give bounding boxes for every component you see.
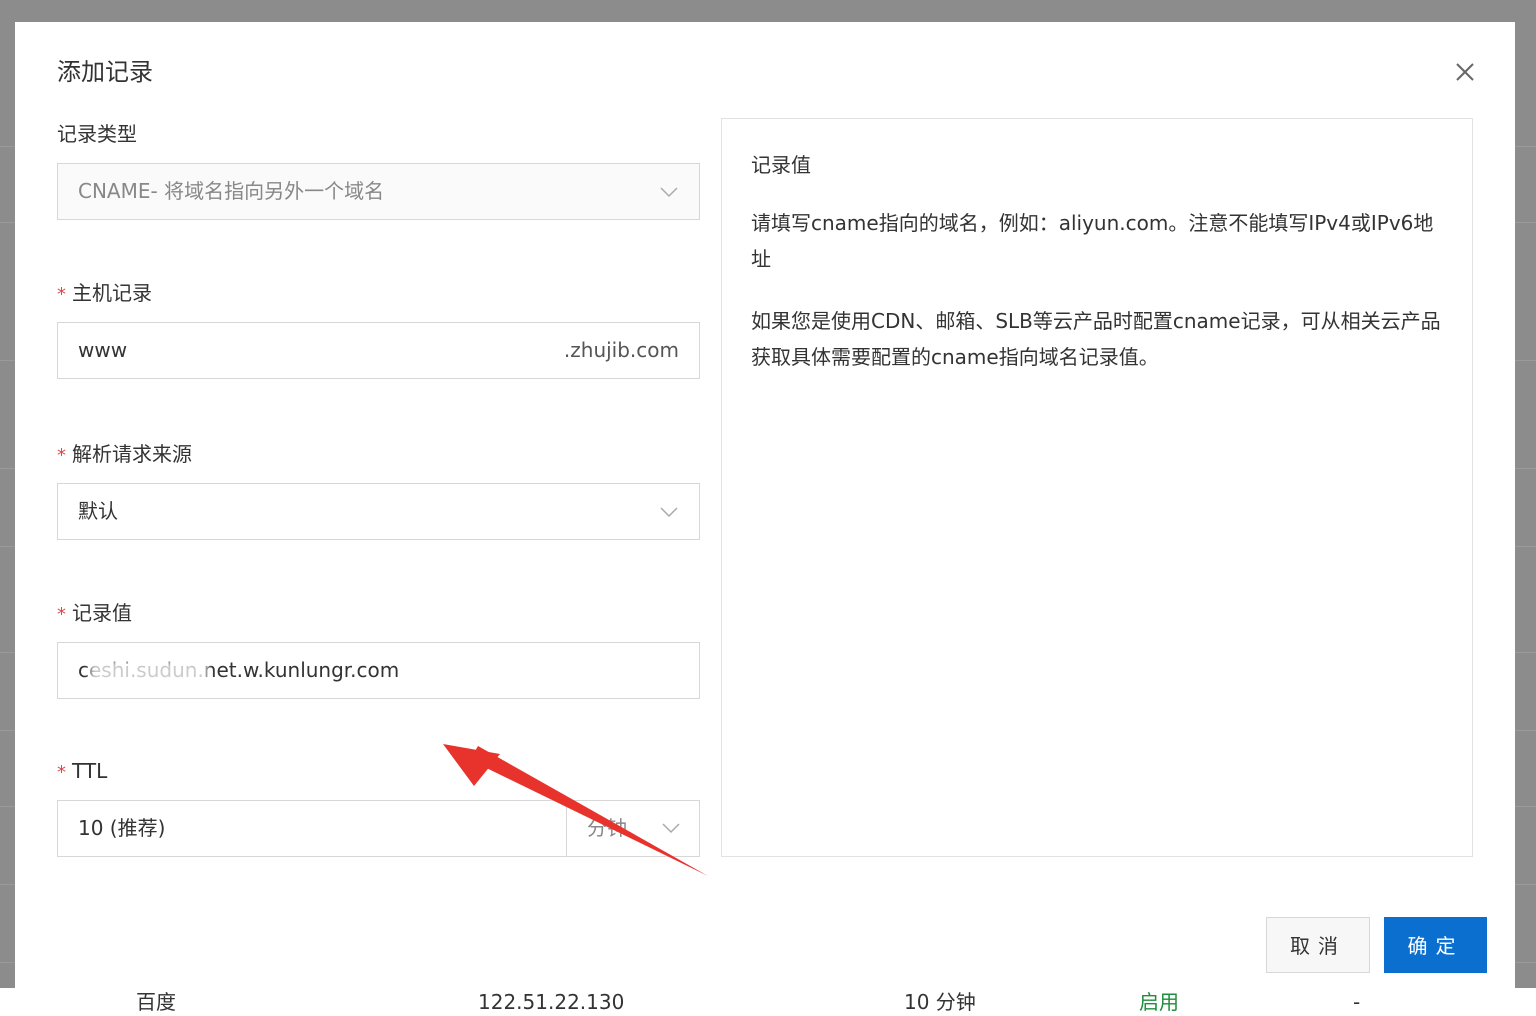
help-paragraph-1: 请填写cname指向的域名，例如：aliyun.com。注意不能填写IPv4或I… <box>751 211 1434 271</box>
source-select[interactable]: 默认 <box>57 483 700 540</box>
close-icon[interactable] <box>1451 58 1479 86</box>
ttl-value: 10 (推荐) <box>78 816 166 840</box>
chevron-down-icon <box>660 507 678 518</box>
bg-cell-ttl: 10 分钟 <box>904 990 976 1014</box>
host-record-label: * 主机记录 <box>57 281 152 305</box>
background-table-row: 百度 122.51.22.130 10 分钟 启用 - <box>0 988 1536 1016</box>
help-panel: 记录值 请填写cname指向的域名，例如：aliyun.com。注意不能填写IP… <box>721 118 1473 857</box>
cancel-button[interactable]: 取消 <box>1266 917 1370 973</box>
bg-cell-ip: 122.51.22.130 <box>478 990 625 1014</box>
record-value-input[interactable]: ceshi.sudun.net.w.kunlungr.com <box>57 642 700 699</box>
host-record-input[interactable]: www .zhujib.com <box>57 322 700 379</box>
redaction-blur <box>90 661 208 683</box>
chevron-down-icon <box>662 823 680 834</box>
record-value-label: * 记录值 <box>57 601 132 625</box>
source-value: 默认 <box>78 499 118 523</box>
record-type-label: 记录类型 <box>57 122 137 146</box>
required-mark: * <box>57 445 66 466</box>
ttl-unit-value: 分钟 <box>587 816 627 840</box>
required-mark: * <box>57 762 66 783</box>
confirm-button[interactable]: 确定 <box>1384 917 1487 973</box>
help-title: 记录值 <box>751 153 811 177</box>
required-mark: * <box>57 604 66 625</box>
host-record-value: www <box>78 338 128 362</box>
source-label: * 解析请求来源 <box>57 442 192 466</box>
record-type-value: CNAME- 将域名指向另外一个域名 <box>78 179 385 203</box>
required-mark: * <box>57 284 66 305</box>
help-paragraph-2: 如果您是使用CDN、邮箱、SLB等云产品时配置cname记录，可从相关云产品获取… <box>751 309 1441 369</box>
bg-cell-status: 启用 <box>1139 990 1179 1014</box>
bg-cell-source: 百度 <box>136 990 176 1014</box>
bg-cell-extra: - <box>1353 990 1361 1014</box>
ttl-unit-select[interactable]: 分钟 <box>566 800 701 857</box>
domain-suffix: .zhujib.com <box>563 338 679 362</box>
record-type-select[interactable]: CNAME- 将域名指向另外一个域名 <box>57 163 700 220</box>
ttl-input[interactable]: 10 (推荐) 分钟 <box>57 800 700 857</box>
ttl-label: * TTL <box>57 759 108 783</box>
chevron-down-icon <box>660 187 678 198</box>
add-record-dialog: 添加记录 记录类型 CNAME- 将域名指向另外一个域名 * 主机记录 www .… <box>15 22 1515 991</box>
dialog-title: 添加记录 <box>57 58 153 86</box>
